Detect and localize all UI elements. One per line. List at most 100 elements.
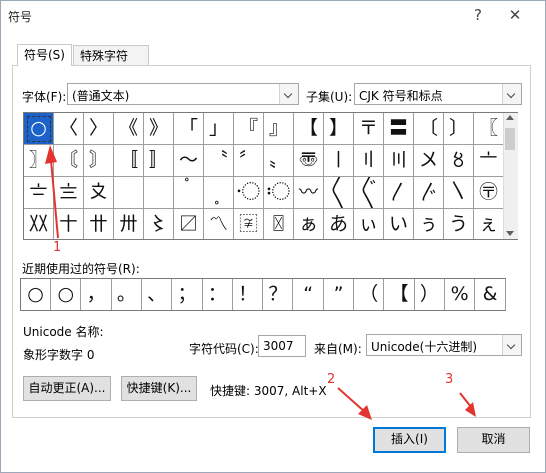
from-select[interactable]: Unicode(十六进制) — [366, 334, 522, 356]
symbol-cell[interactable]: 〚 — [114, 145, 144, 177]
symbol-cell[interactable]: 〠 — [294, 145, 324, 177]
symbol-cell[interactable]: 〜 — [174, 145, 204, 177]
recent-symbol-cell[interactable]: 、 — [142, 279, 173, 310]
symbol-cell[interactable]: 〙 — [84, 145, 114, 177]
char-code-input[interactable]: 3007 — [258, 335, 306, 357]
recent-symbol-cell[interactable]: （ — [354, 279, 385, 310]
shortcut-key-button[interactable]: 快捷键(K)... — [121, 376, 197, 401]
chevron-down-icon[interactable] — [502, 335, 521, 355]
symbol-cell[interactable]: 〻 — [144, 209, 174, 239]
symbol-cell[interactable]: 〴 — [414, 177, 444, 209]
symbol-cell[interactable]: 〩 — [84, 177, 114, 209]
symbol-cell[interactable]: 〰 — [294, 177, 324, 209]
symbol-cell[interactable]: ぁ — [294, 209, 324, 239]
recent-symbol-cell[interactable]: ； — [173, 279, 203, 310]
symbol-cell[interactable]: 〡 — [324, 145, 354, 177]
symbol-cell[interactable]: い — [384, 209, 414, 239]
help-button[interactable]: ? — [463, 3, 493, 27]
recent-symbol-cell[interactable]: ○ — [51, 279, 82, 310]
symbol-cell[interactable]: 〽 — [204, 209, 234, 239]
symbol-cell[interactable]: 〫 — [144, 177, 174, 209]
symbol-cell[interactable]: 〦 — [474, 145, 504, 177]
symbol-cell[interactable]: ぃ — [354, 209, 384, 239]
symbol-cell[interactable]: 〕 — [444, 113, 474, 145]
symbol-cell[interactable]: 〗 — [24, 145, 54, 177]
recent-symbol-cell[interactable]: 。 — [112, 279, 142, 310]
symbol-cell[interactable]: ぇ — [474, 209, 504, 239]
symbol-cell[interactable]: 〈 — [54, 113, 84, 145]
scroll-down-icon[interactable] — [506, 231, 514, 236]
symbol-cell[interactable]: あ — [324, 209, 354, 239]
symbol-cell[interactable]: 〬 — [174, 177, 204, 209]
symbol-cell[interactable]: 〯 — [264, 177, 294, 209]
recent-symbol-cell[interactable]: “ — [294, 279, 324, 310]
symbol-cell[interactable]: ぅ — [414, 209, 444, 239]
symbol-cell[interactable]: 【 — [294, 113, 324, 145]
insert-button[interactable]: 插入(I) — [373, 427, 446, 453]
symbol-cell[interactable]: 〣 — [384, 145, 414, 177]
symbol-cell[interactable]: 〾 — [234, 209, 264, 239]
font-select[interactable]: (普通文本) — [67, 83, 299, 105]
symbol-cell[interactable]: 《 — [114, 113, 144, 145]
subset-select[interactable]: CJK 符号和标点 — [354, 83, 522, 105]
symbol-cell[interactable]: 〳 — [384, 177, 414, 209]
chevron-down-icon[interactable] — [502, 84, 521, 104]
symbol-cell[interactable]: 〉 — [84, 113, 114, 145]
symbol-cell[interactable]: 〤 — [414, 145, 444, 177]
symbol-cell[interactable]: 〸 — [54, 209, 84, 239]
symbol-cell[interactable]: 『 — [234, 113, 264, 145]
cancel-button[interactable]: 取消 — [457, 427, 530, 453]
recent-symbol-cell[interactable]: ） — [415, 279, 445, 310]
symbol-cell[interactable]: 〝 — [204, 145, 234, 177]
symbol-cell[interactable]: 』 — [264, 113, 294, 145]
recent-symbol-cell[interactable]: ！ — [233, 279, 264, 310]
symbol-cell[interactable]: 〷 — [24, 209, 54, 239]
symbol-cell[interactable]: 〱 — [324, 177, 354, 209]
recent-symbol-cell[interactable]: ： — [203, 279, 233, 310]
recent-symbol-cell[interactable]: ？ — [263, 279, 294, 310]
recent-symbol-cell[interactable]: ○ — [21, 279, 51, 310]
symbol-cell[interactable]: ○ — [24, 113, 54, 145]
symbol-cell[interactable]: 〧 — [24, 177, 54, 209]
scrollbar-thumb[interactable] — [505, 128, 515, 150]
symbol-cell[interactable]: 〪 — [114, 177, 144, 209]
recent-symbol-cell[interactable]: & — [476, 279, 506, 310]
symbol-cell[interactable]: 〶 — [474, 177, 504, 209]
symbol-cell[interactable]: 〹 — [84, 209, 114, 239]
close-button[interactable]: ✕ — [500, 3, 530, 27]
symbol-cell[interactable]: 〔 — [414, 113, 444, 145]
symbol-cell[interactable]: 〘 — [54, 145, 84, 177]
tab-special-characters[interactable]: 特殊字符(P) — [73, 45, 149, 83]
scroll-up-icon[interactable] — [506, 115, 514, 120]
autocorrect-button[interactable]: 自动更正(A)... — [23, 376, 111, 401]
symbol-cell[interactable]: 」 — [204, 113, 234, 145]
recent-symbol-cell[interactable]: 【 — [385, 279, 415, 310]
symbol-cell[interactable]: 〖 — [474, 113, 504, 145]
symbol-cell[interactable]: 「 — [174, 113, 204, 145]
tab-symbols[interactable]: 符号(S) — [17, 44, 72, 66]
symbol-cell[interactable]: 〒 — [354, 113, 384, 145]
symbol-cell[interactable]: 〿 — [264, 209, 294, 239]
symbol-cell[interactable]: 】 — [324, 113, 354, 145]
symbol-cell[interactable]: う — [444, 209, 474, 239]
recent-symbol-cell[interactable]: ， — [82, 279, 112, 310]
symbol-cell[interactable]: 〭 — [204, 177, 234, 209]
symbol-cell[interactable]: 〨 — [54, 177, 84, 209]
chevron-down-icon[interactable] — [279, 84, 298, 104]
recent-symbol-cell[interactable]: ” — [324, 279, 354, 310]
symbol-cell[interactable]: 〼 — [174, 209, 204, 239]
symbol-cell[interactable]: 〲 — [354, 177, 384, 209]
symbol-cell[interactable]: 〞 — [234, 145, 264, 177]
symbol-cell[interactable]: 〵 — [444, 177, 474, 209]
recent-symbol-cell[interactable]: % — [445, 279, 476, 310]
symbol-cell[interactable]: 〢 — [354, 145, 384, 177]
symbol-cell[interactable]: 〮 — [234, 177, 264, 209]
symbol-cell[interactable]: 〛 — [144, 145, 174, 177]
symbol-cell[interactable]: 〟 — [264, 145, 294, 177]
symbol-cell[interactable]: 〺 — [114, 209, 144, 239]
subset-value: CJK 符号和标点 — [359, 89, 443, 103]
symbol-cell[interactable]: 〓 — [384, 113, 414, 145]
annotation-label-2: 2 — [327, 372, 336, 387]
symbol-cell[interactable]: 》 — [144, 113, 174, 145]
symbol-cell[interactable]: 〥 — [444, 145, 474, 177]
